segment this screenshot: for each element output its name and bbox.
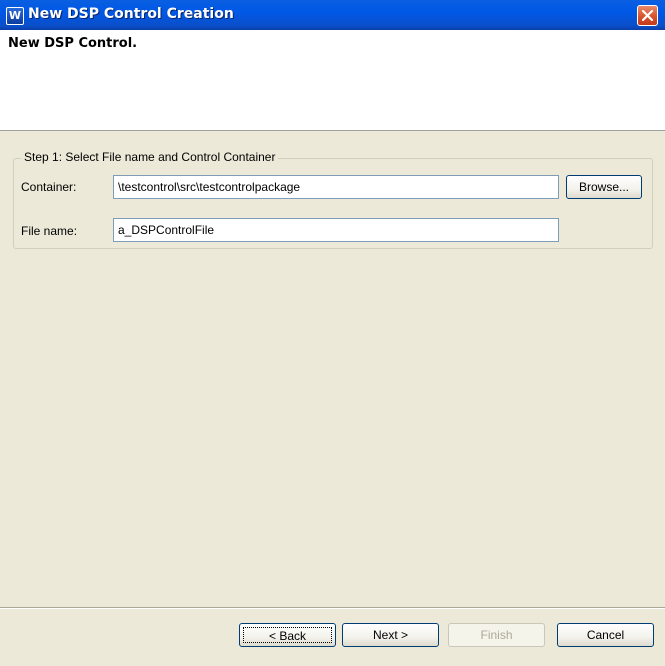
filename-field[interactable]	[113, 218, 559, 242]
next-button[interactable]: Next >	[342, 623, 439, 647]
back-button-label: < Back	[243, 627, 332, 643]
close-button[interactable]	[637, 5, 658, 26]
wizard-header: New DSP Control.	[0, 30, 665, 131]
window-title: New DSP Control Creation	[28, 6, 234, 22]
container-label: Container:	[21, 180, 77, 194]
finish-button[interactable]: Finish	[448, 623, 545, 647]
back-button[interactable]: < Back	[239, 623, 336, 647]
filename-label: File name:	[21, 224, 78, 238]
footer-separator	[0, 607, 665, 609]
close-icon	[642, 10, 653, 21]
browse-button[interactable]: Browse...	[566, 175, 642, 199]
cancel-button[interactable]: Cancel	[557, 623, 654, 647]
title-bar[interactable]: W New DSP Control Creation	[0, 0, 665, 30]
page-title: New DSP Control.	[8, 36, 138, 51]
app-logo-icon: W	[6, 7, 24, 25]
dialog-window: W New DSP Control Creation New DSP Contr…	[0, 0, 665, 666]
step-group-legend: Step 1: Select File name and Control Con…	[21, 150, 279, 164]
container-field[interactable]	[113, 175, 559, 199]
